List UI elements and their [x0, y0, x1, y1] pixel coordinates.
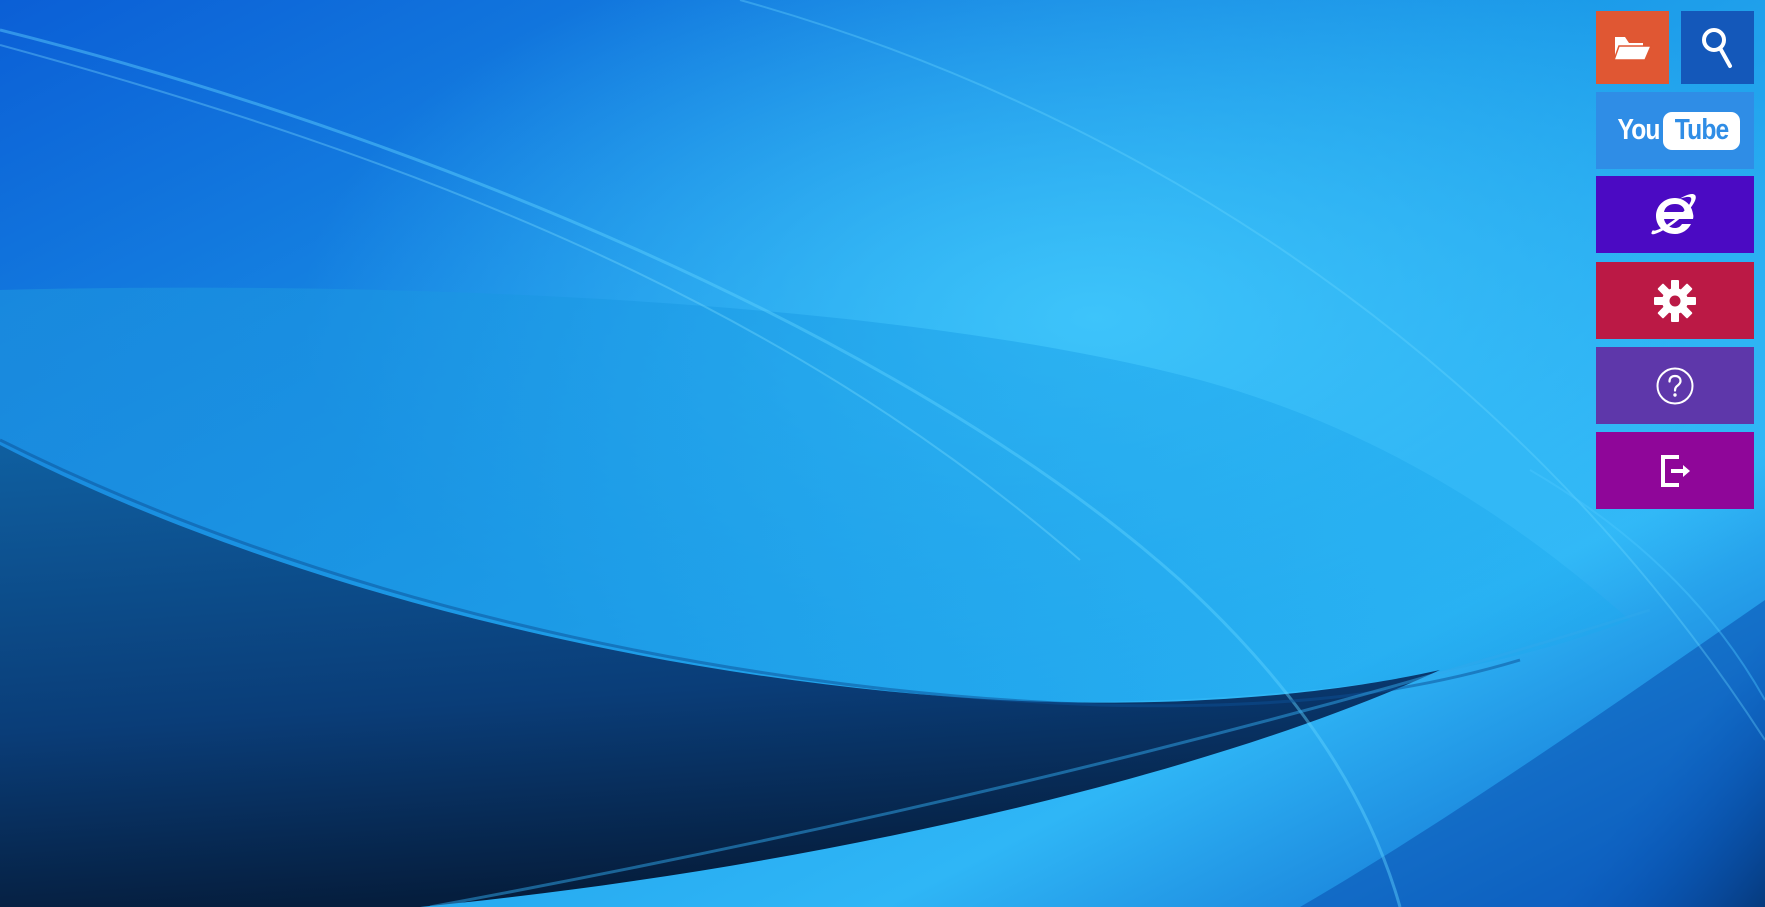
- youtube-tile[interactable]: You Tube: [1596, 92, 1754, 169]
- wallpaper: [0, 0, 1765, 907]
- help-tile[interactable]: [1596, 347, 1754, 424]
- desktop: You Tube: [0, 0, 1765, 907]
- settings-tile[interactable]: [1596, 262, 1754, 339]
- file-explorer-tile[interactable]: [1596, 11, 1669, 84]
- sign-out-tile[interactable]: [1596, 432, 1754, 509]
- gear-icon: [1654, 279, 1696, 322]
- search-tile[interactable]: [1681, 11, 1754, 84]
- youtube-logo-tube: Tube: [1674, 113, 1729, 146]
- folder-open-icon: [1612, 36, 1652, 61]
- youtube-logo-you: You: [1617, 114, 1661, 146]
- search-icon: [1701, 27, 1732, 68]
- internet-explorer-tile[interactable]: [1596, 176, 1754, 253]
- help-circle-icon: [1656, 367, 1694, 404]
- exit-door-icon: [1661, 454, 1690, 487]
- internet-explorer-icon: [1651, 193, 1696, 234]
- youtube-logo-tube-box: Tube: [1662, 111, 1740, 150]
- youtube-logo: You Tube: [1610, 111, 1740, 150]
